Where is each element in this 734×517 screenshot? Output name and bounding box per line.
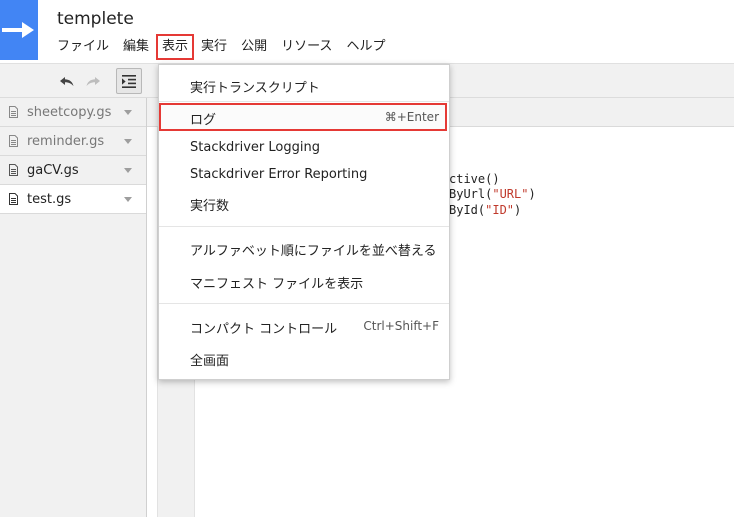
chevron-down-icon[interactable] <box>124 110 132 115</box>
redo-icon <box>86 77 100 86</box>
menu-divider <box>159 226 449 227</box>
menu-bar: ファイル 編集 表示 実行 公開 リソース ヘルプ <box>50 34 392 60</box>
menu-resources[interactable]: リソース <box>274 34 339 60</box>
menu-item-stackdriver-error-reporting[interactable]: Stackdriver Error Reporting <box>159 162 449 188</box>
menu-item-label: Stackdriver Error Reporting <box>190 167 368 182</box>
menu-item-executions[interactable]: 実行数 <box>159 190 449 216</box>
indent-icon <box>122 74 136 88</box>
menu-item-label: 全画面 <box>190 354 230 369</box>
menu-divider <box>159 303 449 304</box>
file-item-test[interactable]: test.gs <box>0 185 146 214</box>
document-icon <box>9 135 18 147</box>
code-text: ) <box>528 187 536 201</box>
code-text: ctive() <box>449 172 500 186</box>
menu-item-full-screen[interactable]: 全画面 <box>159 345 449 371</box>
menu-view[interactable]: 表示 <box>156 34 195 60</box>
menu-item-label: Stackdriver Logging <box>190 140 320 155</box>
menu-item-execution-transcript[interactable]: 実行トランスクリプト <box>159 72 449 98</box>
file-name: gaCV.gs <box>27 162 79 178</box>
menu-item-label: アルファベット順にファイルを並べ替える <box>190 244 437 259</box>
file-name: test.gs <box>27 191 72 207</box>
document-icon <box>9 164 18 176</box>
code-string: "ID" <box>485 203 515 217</box>
code-line: ByUrl("URL") <box>449 187 536 201</box>
file-sidebar: sheetcopy.gs reminder.gs gaCV.gs test.gs <box>0 98 147 517</box>
app-logo[interactable] <box>0 0 38 60</box>
project-title[interactable]: templete <box>57 9 134 29</box>
document-icon <box>9 193 18 205</box>
undo-icon <box>60 77 74 86</box>
menu-item-compact-controls[interactable]: コンパクト コントロール Ctrl+Shift+F <box>159 313 449 339</box>
menu-item-label: 実行数 <box>190 199 230 214</box>
menu-item-label: ログ <box>190 113 217 128</box>
menu-item-shortcut: Ctrl+Shift+F <box>363 319 439 333</box>
menu-item-label: コンパクト コントロール <box>190 322 338 337</box>
document-icon <box>9 106 18 118</box>
menu-item-label: マニフェスト ファイルを表示 <box>190 277 364 292</box>
code-line: ctive() <box>449 172 500 186</box>
redo-button[interactable] <box>80 68 106 94</box>
code-text: ByUrl( <box>449 187 493 201</box>
file-item-reminder[interactable]: reminder.gs <box>0 127 146 156</box>
arrow-right-icon <box>2 22 34 38</box>
view-menu-dropdown: 実行トランスクリプト ログ ⌘+Enter Stackdriver Loggin… <box>158 64 450 380</box>
menu-file[interactable]: ファイル <box>50 34 116 60</box>
menu-divider <box>159 101 449 102</box>
chevron-down-icon[interactable] <box>124 168 132 173</box>
code-line: ById("ID") <box>449 203 521 217</box>
app-window: templete ファイル 編集 表示 実行 公開 リソース ヘルプ sheet… <box>0 0 734 517</box>
menu-publish[interactable]: 公開 <box>234 34 274 60</box>
chevron-down-icon[interactable] <box>124 197 132 202</box>
undo-button[interactable] <box>54 68 80 94</box>
code-text: ) <box>514 203 522 217</box>
menu-item-sort-files[interactable]: アルファベット順にファイルを並べ替える <box>159 235 449 261</box>
menu-edit[interactable]: 編集 <box>116 34 156 60</box>
file-name: reminder.gs <box>27 133 105 149</box>
indent-button[interactable] <box>116 68 142 94</box>
menu-item-label: 実行トランスクリプト <box>190 81 320 96</box>
menu-item-stackdriver-logging[interactable]: Stackdriver Logging <box>159 135 449 161</box>
menu-item-show-manifest[interactable]: マニフェスト ファイルを表示 <box>159 268 449 294</box>
file-item-sheetcopy[interactable]: sheetcopy.gs <box>0 98 146 127</box>
menu-item-shortcut: ⌘+Enter <box>384 110 439 124</box>
chevron-down-icon[interactable] <box>124 139 132 144</box>
menu-help[interactable]: ヘルプ <box>339 34 392 60</box>
menu-run[interactable]: 実行 <box>194 34 234 60</box>
code-text: ById( <box>449 203 486 217</box>
file-item-gacv[interactable]: gaCV.gs <box>0 156 146 185</box>
menu-item-logs[interactable]: ログ ⌘+Enter <box>159 103 447 131</box>
file-name: sheetcopy.gs <box>27 104 112 120</box>
code-string: "URL" <box>492 187 529 201</box>
